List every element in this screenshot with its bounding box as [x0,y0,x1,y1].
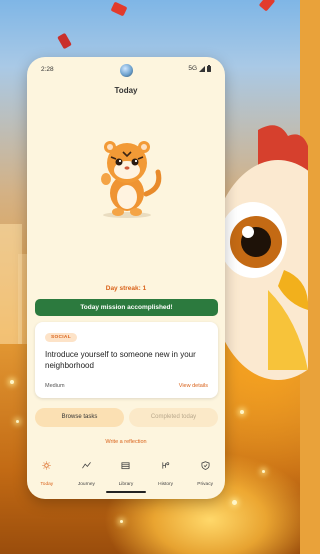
tiger-mascot [101,141,162,218]
sun-icon [42,461,51,470]
library-icon [121,462,130,470]
write-reflection-link[interactable]: Write a reflection [27,439,225,445]
nav-label: Journey [77,482,95,487]
mission-banner: Today mission accomplished! [35,299,218,316]
status-time: 2:28 [41,66,54,73]
battery-icon [207,65,211,72]
nav-privacy[interactable]: Privacy [186,457,224,499]
completed-today-button[interactable]: Completed today [129,408,218,427]
history-icon [162,462,170,469]
status-bar: 2:28 5G [27,57,225,81]
status-icons: 5G [188,65,211,72]
trend-icon [82,462,91,469]
signal-icon [199,65,205,72]
day-streak: Day streak: 1 [105,285,147,292]
nav-label: Privacy [197,482,214,487]
task-card[interactable]: SOCIAL Introduce yourself to someone new… [35,322,218,398]
nav-label: Today [40,482,54,487]
shield-icon [201,461,210,470]
page-title: Today [114,86,138,95]
home-indicator [106,491,146,493]
nav-journey[interactable]: Journey [67,457,105,499]
view-details-link[interactable]: View details [179,383,208,389]
nav-label: History [158,482,174,487]
camera-icon [120,64,133,77]
nav-today[interactable]: Today [28,457,66,499]
browse-tasks-button[interactable]: Browse tasks [35,408,124,427]
nav-history[interactable]: History [147,457,185,499]
difficulty-label: Medium [45,383,65,389]
category-tag: SOCIAL [45,333,77,342]
task-text: Introduce yourself to someone new in you… [45,350,196,370]
phone-screen: 2:28 5G Today Day streak: 1 Today missio… [27,57,225,499]
nav-label: Library [118,482,134,487]
network-label: 5G [188,65,197,72]
